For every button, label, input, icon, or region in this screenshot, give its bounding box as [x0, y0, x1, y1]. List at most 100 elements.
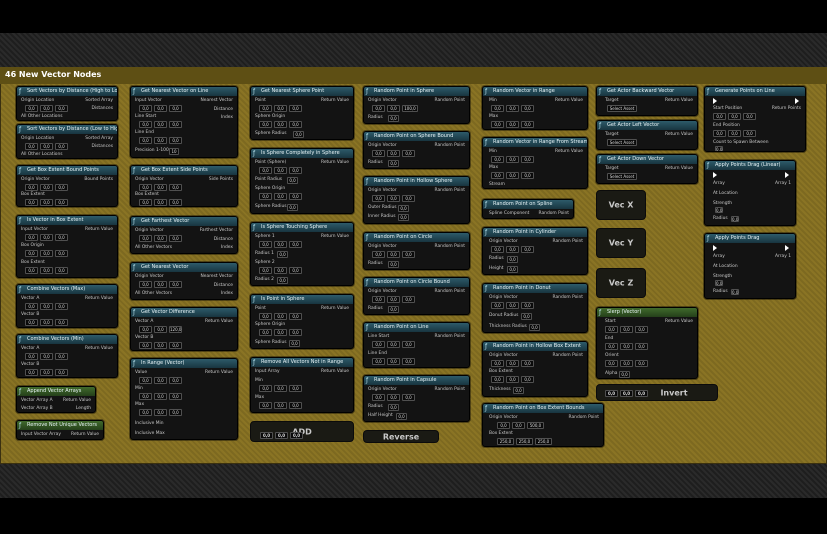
pin-precision[interactable]: Precision 1-100	[135, 148, 169, 154]
field-x[interactable]: 0,0	[25, 303, 38, 310]
field-x[interactable]: 0,0	[25, 143, 38, 150]
field-x[interactable]: 0,0	[491, 121, 504, 128]
field-x[interactable]: 0,0	[139, 137, 152, 144]
node-generate-points-on-line[interactable]: Generate Points on Line Start Position R…	[704, 86, 806, 152]
field-x[interactable]: 0,0	[605, 390, 618, 397]
field-height[interactable]: 0,0	[507, 266, 518, 273]
node-append-vector-arrays[interactable]: Append Vector Arrays Vector Array A Retu…	[16, 386, 96, 413]
pin-origin-vector[interactable]: Origin Vector	[368, 289, 397, 295]
node-farthest-vector[interactable]: Get Farthest Vector Origin Vector Farthe…	[130, 216, 238, 254]
field-z[interactable]: 0,0	[521, 376, 534, 383]
pin-vector-array-a[interactable]: Vector Array A	[21, 398, 53, 404]
field-x[interactable]: 0,0	[139, 184, 152, 191]
field-y[interactable]: 0,0	[40, 319, 53, 326]
pin-array-1[interactable]: Array 1	[775, 181, 791, 187]
pin-max[interactable]: Max	[489, 165, 498, 171]
field-z[interactable]: 0,0	[169, 235, 182, 242]
node-nearest-on-line[interactable]: Get Nearest Vector on Line Input Vector …	[130, 86, 238, 158]
field-y[interactable]: 0,0	[40, 234, 53, 241]
pin-line-end[interactable]: Line End	[368, 351, 387, 357]
field-x[interactable]: 0,0	[139, 409, 152, 416]
pin-half-height[interactable]: Half Height	[368, 413, 393, 419]
field-x[interactable]: 0,0	[605, 360, 618, 367]
pin-origin-vector[interactable]: Origin Vector	[135, 228, 164, 234]
field-x[interactable]: 0,0	[259, 313, 272, 320]
field-y[interactable]: 0,0	[274, 193, 287, 200]
field-x[interactable]: 0,0	[139, 105, 152, 112]
node-rp-in-hollow-sphere[interactable]: Random Point in Hollow Sphere Origin Vec…	[363, 176, 470, 224]
field-radius[interactable]: 0,0	[388, 306, 399, 313]
field-y[interactable]: 0,0	[512, 422, 525, 429]
field-z[interactable]: 0,0	[635, 343, 648, 350]
field-y[interactable]: 0,0	[40, 184, 53, 191]
pin-radius-1[interactable]: Radius 1	[255, 251, 274, 257]
pin-at-location[interactable]: At Location	[713, 191, 738, 197]
field-x[interactable]: 0,0	[491, 246, 504, 253]
field-y[interactable]: 0,0	[154, 184, 167, 191]
field-y[interactable]: 0,0	[154, 199, 167, 206]
node-rp-on-spline[interactable]: Random Point on Spline Spline Component …	[482, 199, 574, 219]
field-x[interactable]: 0,0	[139, 281, 152, 288]
vec-z-node[interactable]: Vec Z	[596, 268, 646, 298]
pin-return-points[interactable]: Return Points	[772, 106, 801, 112]
pin-origin-vector[interactable]: Origin Vector	[368, 98, 397, 104]
field-y[interactable]: 0,0	[620, 390, 633, 397]
pin-random-point[interactable]: Random Point	[539, 211, 569, 217]
field-z[interactable]: 0,0	[55, 267, 68, 274]
field-x[interactable]: 0,0	[139, 199, 152, 206]
field-y[interactable]: 0,0	[154, 235, 167, 242]
field-z[interactable]: 0,0	[743, 113, 756, 120]
pin-box-origin[interactable]: Box Origin	[21, 243, 44, 249]
pin-max[interactable]: Max	[135, 402, 144, 408]
field-z[interactable]: 0,0	[290, 432, 303, 439]
pin-origin-vector[interactable]: Origin Vector	[489, 353, 518, 359]
pin-sphere-origin[interactable]: Sphere Origin	[255, 186, 285, 192]
pin-return-value[interactable]: Return Value	[85, 346, 113, 352]
field-z[interactable]: 0,0	[55, 369, 68, 376]
pin-return-value[interactable]: Return Value	[205, 370, 233, 376]
pin-max[interactable]: Max	[255, 395, 264, 401]
node-remove-not-in-range[interactable]: Remove All Vectors Not in Range Input Ar…	[250, 357, 354, 413]
pin-radius[interactable]: Radius	[368, 404, 383, 410]
field-x[interactable]: 0,0	[259, 329, 272, 336]
field-z[interactable]: 0,0	[289, 105, 302, 112]
field-z[interactable]: 0,0	[55, 143, 68, 150]
pin-array[interactable]: Array	[713, 254, 725, 260]
node-actor-backward[interactable]: Get Actor Backward Vector Target Return …	[596, 86, 698, 116]
field-radius[interactable]: 0,0	[293, 131, 304, 138]
field-z[interactable]: 0,0	[169, 342, 182, 349]
pin-sphere-1[interactable]: Sphere 1	[255, 234, 275, 240]
field-x[interactable]: 0,0	[491, 360, 504, 367]
pin-random-point[interactable]: Random Point	[435, 387, 465, 393]
field-radius[interactable]: 0,0	[731, 289, 739, 295]
pin-target[interactable]: Target	[605, 132, 619, 138]
pin-height[interactable]: Height	[489, 266, 504, 272]
pin-bound-points[interactable]: Bound Points	[84, 177, 113, 183]
comment-title[interactable]: 46 New Vector Nodes	[0, 67, 827, 84]
pin-line-end[interactable]: Line End	[135, 130, 154, 136]
pin-sphere-2[interactable]: Sphere 2	[255, 260, 275, 266]
node-vector-difference[interactable]: Get Vector Difference Vector A Return Va…	[130, 307, 238, 351]
pin-return-value[interactable]: Return Value	[321, 98, 349, 104]
pin-box-extent[interactable]: Box Extent	[21, 192, 45, 198]
pin-radius-2[interactable]: Radius 2	[255, 277, 274, 283]
pin-side-points[interactable]: Side Points	[209, 177, 233, 183]
field-z[interactable]: 100,0	[402, 105, 418, 112]
node-sort-high-to-low[interactable]: Sort Vectors by Distance (High to Low) O…	[16, 86, 118, 121]
field-y[interactable]: 0,0	[40, 303, 53, 310]
field-y[interactable]: 0,0	[274, 329, 287, 336]
pin-array-1[interactable]: Array 1	[775, 254, 791, 260]
pin-return-value[interactable]: Return Value	[555, 98, 583, 104]
pin-end-position[interactable]: End Position	[713, 123, 740, 129]
field-z[interactable]: 0,0	[402, 251, 415, 258]
pin-point[interactable]: Point	[255, 98, 266, 104]
node-rp-on-sphere-bound[interactable]: Random Point on Sphere Bound Origin Vect…	[363, 131, 470, 169]
field-strength[interactable]: 0,0	[715, 280, 723, 286]
field-z[interactable]: 0,0	[55, 199, 68, 206]
pin-target[interactable]: Target	[605, 166, 619, 172]
field-y[interactable]: 0,0	[40, 353, 53, 360]
exec-in-pin[interactable]	[713, 98, 717, 104]
field-y[interactable]: 0,0	[40, 105, 53, 112]
field-y[interactable]: 0,0	[506, 105, 519, 112]
pin-max[interactable]: Max	[489, 114, 498, 120]
